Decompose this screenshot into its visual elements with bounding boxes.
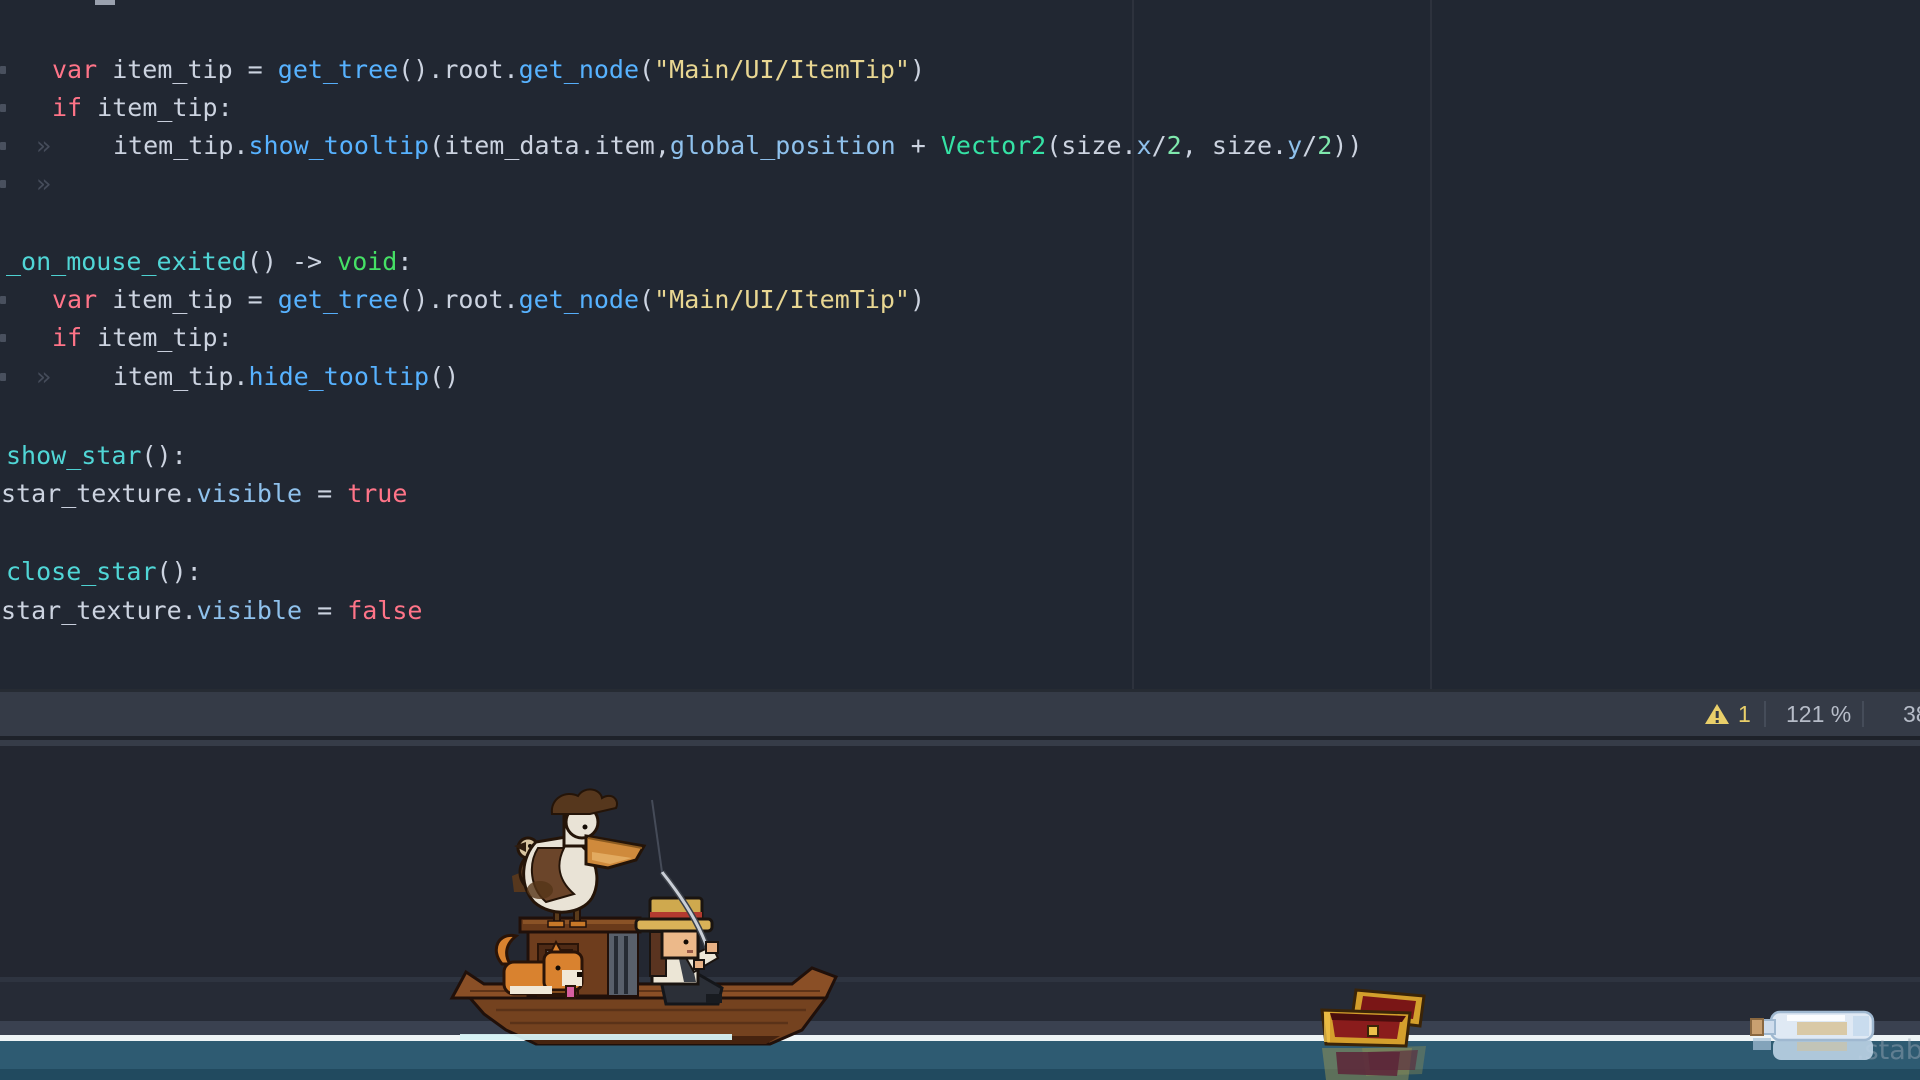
warnings-indicator[interactable]: 1 — [1704, 692, 1751, 736]
tab-indicator: » — [36, 358, 51, 396]
code-line[interactable]: if item_tip: — [0, 89, 1920, 127]
zoom-level[interactable]: 121 % — [1786, 692, 1851, 736]
code-line[interactable]: show_star(): — [0, 437, 1920, 475]
statusbar-separator — [1862, 701, 1864, 727]
code-line[interactable]: star_texture.visible = false — [0, 592, 1920, 630]
tab-indicator: » — [36, 165, 51, 203]
hull-waterline-glow — [460, 1034, 732, 1040]
warning-icon — [1704, 702, 1730, 726]
statusbar-separator — [1764, 701, 1766, 727]
clipped-tab-indicator — [0, 142, 6, 150]
editor-status-bar: 1 121 % 38 — [0, 689, 1920, 736]
tab-indicator: » — [36, 127, 51, 165]
script-editor[interactable]: var item_tip = get_tree().root.get_node(… — [0, 0, 1920, 689]
clipped-tab-indicator — [0, 296, 6, 304]
godot-editor-window: var item_tip = get_tree().root.get_node(… — [0, 0, 1920, 1080]
code-line[interactable]: _on_mouse_exited() -> void: — [0, 243, 1920, 281]
code-line[interactable]: star_texture.visible = true — [0, 475, 1920, 513]
clipped-tab-indicator — [0, 104, 6, 112]
code-line[interactable]: if item_tip: — [0, 319, 1920, 357]
code-line[interactable]: »item_tip.hide_tooltip() — [0, 358, 1920, 396]
code-line[interactable]: » — [0, 165, 1920, 203]
warning-count: 1 — [1738, 701, 1751, 728]
code-line[interactable]: close_star(): — [0, 553, 1920, 591]
clipped-tab-indicator — [0, 373, 6, 381]
code-line[interactable]: var item_tip = get_tree().root.get_node(… — [0, 281, 1920, 319]
game-background — [0, 736, 1920, 1035]
clipped-tab-indicator — [0, 180, 6, 188]
code-line[interactable]: var item_tip = get_tree().root.get_node(… — [0, 51, 1920, 89]
code-layer[interactable]: var item_tip = get_tree().root.get_node(… — [0, 0, 1920, 689]
water — [0, 1041, 1920, 1080]
caret-position: 38 — [1903, 692, 1920, 736]
clipped-tab-indicator — [0, 334, 6, 342]
code-line[interactable]: »item_tip.show_tooltip(item_data.item,gl… — [0, 127, 1920, 165]
water-surface-line — [0, 1035, 1920, 1041]
clipped-code-fragment — [95, 0, 115, 5]
game-viewport[interactable]: .stab — [0, 736, 1920, 1080]
clipped-tab-indicator — [0, 66, 6, 74]
